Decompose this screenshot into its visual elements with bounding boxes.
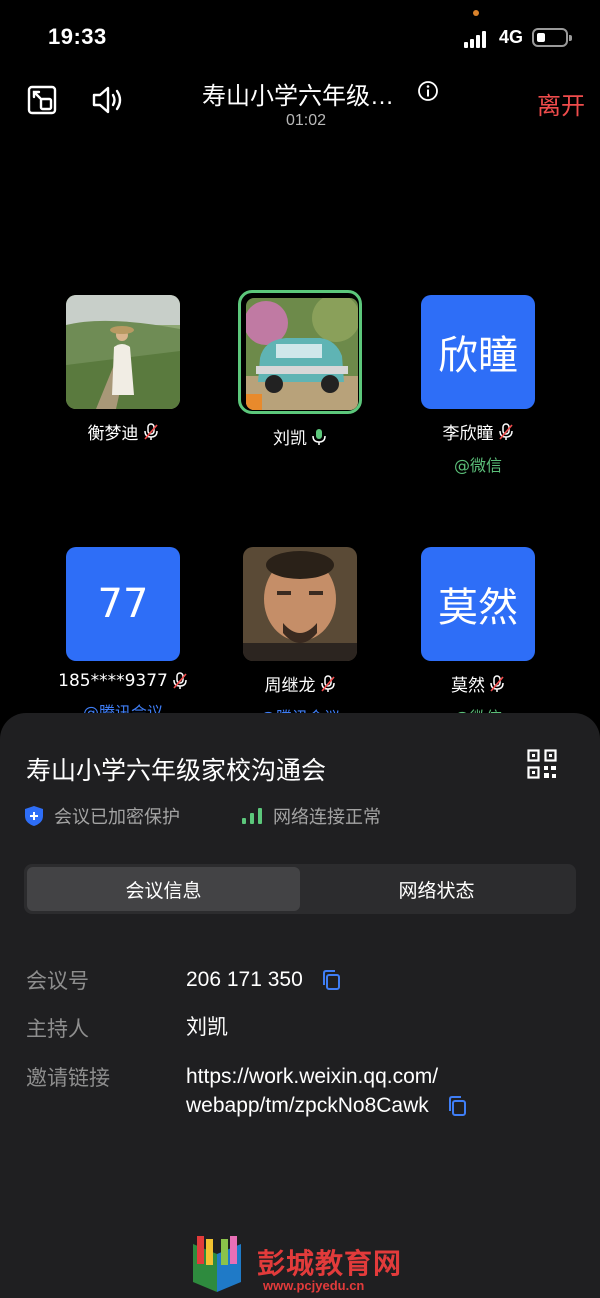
watermark-url: www.pcjyedu.cn <box>263 1278 365 1293</box>
watermark-title: 彭城教育网 <box>257 1247 403 1280</box>
meeting-title[interactable]: 寿山小学六年级… <box>202 76 394 111</box>
participant-name: 刘凯 <box>273 429 307 449</box>
shield-icon <box>25 806 43 826</box>
mic-on-icon <box>312 428 326 445</box>
participant-tile-speaking[interactable]: 刘凯 <box>220 290 380 449</box>
invite-link-label: 邀请链接 <box>26 1066 110 1090</box>
mic-muted-icon <box>498 422 513 440</box>
host-label: 主持人 <box>26 1017 89 1041</box>
mic-muted-icon <box>173 672 187 689</box>
avatar <box>243 547 357 661</box>
invite-link-line1[interactable]: https://work.weixin.qq.com/ <box>186 1062 467 1091</box>
invite-link-line2[interactable]: webapp/tm/zpckNo8Cawk <box>186 1094 429 1117</box>
encryption-status: 会议已加密保护 <box>24 803 180 829</box>
info-icon[interactable] <box>417 80 439 102</box>
host-value: 刘凯 <box>186 1015 228 1039</box>
avatar: 77 <box>66 547 180 661</box>
participant-tile[interactable]: 莫然 莫然 @微信 <box>398 547 558 728</box>
mic-muted-icon <box>490 674 504 692</box>
participant-tile[interactable]: 衡梦迪 <box>43 295 203 444</box>
meeting-id-label: 会议号 <box>26 969 89 993</box>
status-time: 19:33 <box>48 24 107 49</box>
participant-name: 衡梦迪 <box>87 424 139 444</box>
copy-icon[interactable] <box>321 969 341 991</box>
participant-tile[interactable]: 77 185****9377 @腾讯会议 <box>43 547 203 723</box>
host-row: 主持人 刘凯 <box>26 1013 228 1043</box>
participant-tile[interactable]: 欣瞳 李欣瞳 @微信 <box>398 295 558 476</box>
mic-muted-icon <box>320 674 335 692</box>
book-logo-icon <box>193 1236 241 1292</box>
copy-icon[interactable] <box>447 1095 467 1117</box>
participant-name: 周继龙 <box>264 676 316 696</box>
sheet-title: 寿山小学六年级家校沟通会 <box>26 756 327 785</box>
info-tabs: 会议信息 网络状态 <box>24 864 576 914</box>
status-bar: 19:33 4G <box>0 0 600 76</box>
site-watermark: 彭城教育网 www.pcjyedu.cn <box>185 1234 425 1298</box>
camera-indicator-icon <box>473 10 479 16</box>
meeting-elapsed-time: 01:02 <box>285 112 327 129</box>
network-type: 4G <box>499 27 524 47</box>
participant-source: @微信 <box>453 456 502 475</box>
invite-link-row: 邀请链接 https://work.weixin.qq.com/ webapp/… <box>26 1062 467 1120</box>
network-bars-icon <box>242 808 262 824</box>
avatar-speaking <box>238 290 362 414</box>
qr-code-icon[interactable] <box>527 749 557 779</box>
battery-icon <box>532 28 572 47</box>
meeting-id-row: 会议号 206 171 350 <box>26 965 341 995</box>
participant-tile[interactable]: 周继龙 @腾讯会议 <box>220 547 380 728</box>
participant-name: 185****9377 <box>58 671 168 691</box>
encryption-label: 会议已加密保护 <box>54 807 180 828</box>
avatar: 欣瞳 <box>421 295 535 409</box>
cellular-signal-icon <box>464 30 490 48</box>
participant-grid: 衡梦迪 刘凯 欣瞳 李欣瞳 @微信 77 185****9377 周继龙 莫然 … <box>0 290 600 727</box>
tab-meeting-info[interactable]: 会议信息 <box>27 867 300 911</box>
leave-button[interactable]: 离开 <box>537 86 585 121</box>
meeting-info-sheet: 寿山小学六年级家校沟通会 会议已加密保护 网络连接正常 会议信息 网络状态 会议… <box>0 713 600 1298</box>
network-label: 网络连接正常 <box>273 807 381 828</box>
tab-network-status[interactable]: 网络状态 <box>300 867 573 911</box>
network-status: 网络连接正常 <box>241 803 381 829</box>
meeting-header: 寿山小学六年级… 01:02 离开 <box>0 76 600 140</box>
meeting-id-value: 206 171 350 <box>186 968 303 991</box>
avatar <box>66 295 180 409</box>
mic-muted-icon <box>143 422 158 440</box>
participant-name: 莫然 <box>451 676 485 696</box>
avatar: 莫然 <box>421 547 535 661</box>
participant-name: 李欣瞳 <box>442 424 494 444</box>
